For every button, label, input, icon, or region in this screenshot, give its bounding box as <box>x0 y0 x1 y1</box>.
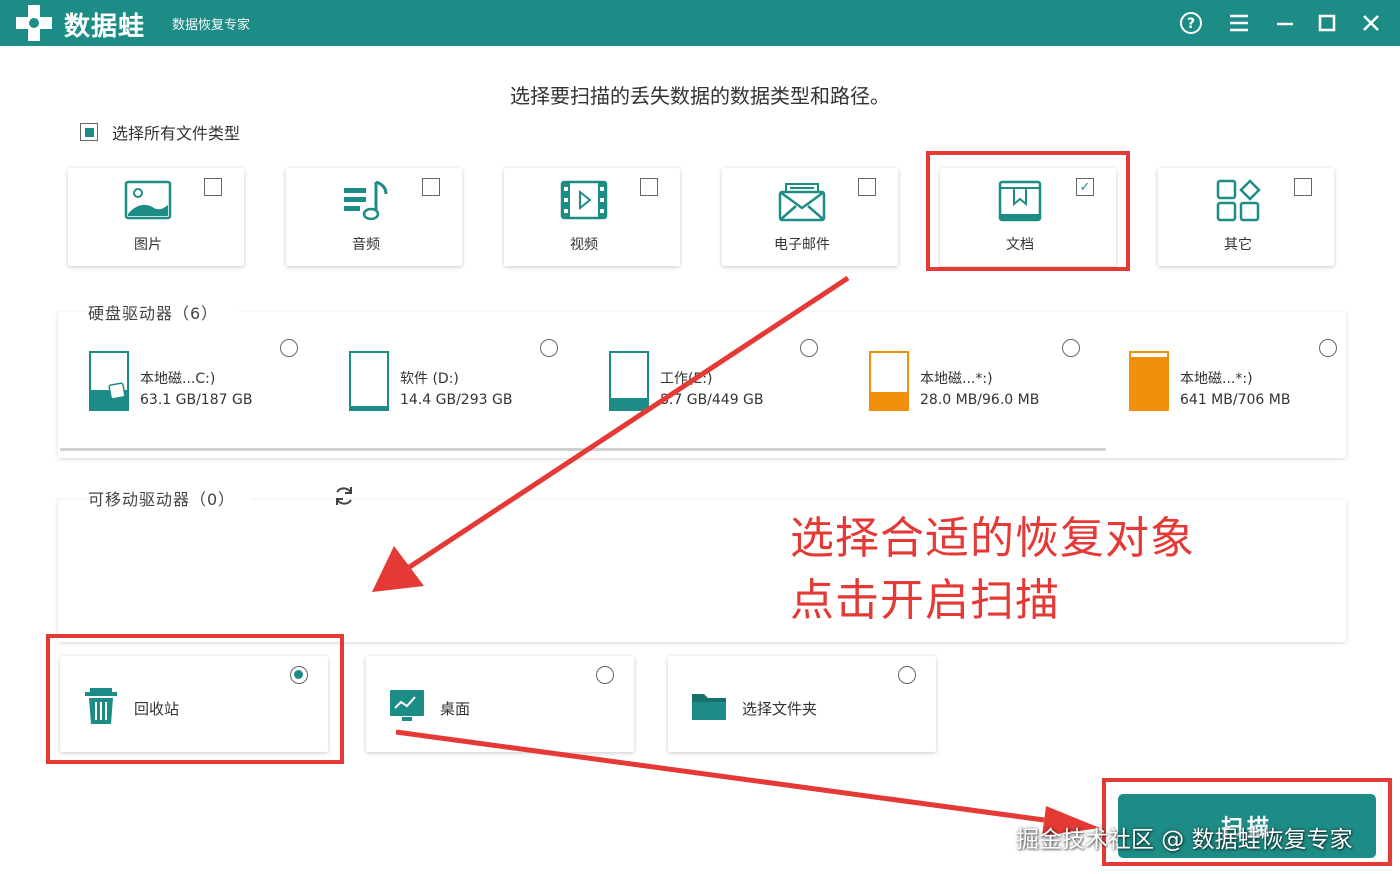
drive-radio[interactable] <box>1319 339 1337 357</box>
app-subtitle: 数据恢复专家 <box>172 18 251 33</box>
drive-icon <box>89 351 129 411</box>
drive-size: 641 MB/706 MB <box>1180 392 1291 408</box>
file-type-document[interactable]: 文档 <box>940 168 1116 266</box>
help-icon: ? <box>1180 12 1202 34</box>
annotation-line-1: 选择合适的恢复对象 <box>790 513 1195 564</box>
close-icon <box>1363 15 1379 31</box>
select-all-checkbox[interactable] <box>80 123 98 141</box>
drive-size: 14.4 GB/293 GB <box>400 392 513 408</box>
menu-button[interactable] <box>1224 8 1254 38</box>
select-all-label: 选择所有文件类型 <box>112 124 241 143</box>
drive-size: 63.1 GB/187 GB <box>140 392 253 408</box>
location-label: 回收站 <box>134 700 180 718</box>
file-type-other[interactable]: 其它 <box>1158 168 1334 266</box>
file-type-label: 文档 <box>1006 237 1034 253</box>
instruction-text: 选择要扫描的丢失数据的数据类型和路径。 <box>510 84 890 108</box>
hard-drives-title: 硬盘驱动器（6） <box>88 300 239 324</box>
minimize-button[interactable] <box>1270 8 1300 38</box>
document-icon <box>998 180 1042 222</box>
location-radio[interactable] <box>596 666 614 684</box>
drive-name: 工作(E:) <box>660 371 713 387</box>
drive-icon <box>609 351 649 411</box>
select-all-file-types[interactable]: 选择所有文件类型 <box>80 120 240 144</box>
drives-scrollbar[interactable] <box>60 448 1106 451</box>
desktop-icon <box>390 690 424 721</box>
other-icon <box>1216 179 1261 222</box>
file-type-label: 图片 <box>134 237 162 253</box>
drive-radio[interactable] <box>540 339 558 357</box>
email-icon <box>778 183 826 222</box>
drive-item[interactable]: 工作(E:) 8.7 GB/449 GB <box>608 346 858 416</box>
maximize-icon <box>1318 14 1336 32</box>
file-type-audio[interactable]: 音频 <box>286 168 462 266</box>
drive-item[interactable]: 本地磁...C:) 63.1 GB/187 GB <box>88 346 338 416</box>
app-window: 数据蛙 数据恢复专家 ? 选择要扫描的丢失数据的数据类型和路径。 选择所有文件类… <box>0 0 1400 874</box>
drive-name: 本地磁...*:) <box>1180 371 1253 387</box>
drive-name: 本地磁...*:) <box>920 371 993 387</box>
refresh-icon[interactable] <box>332 484 356 508</box>
file-type-email[interactable]: 电子邮件 <box>722 168 898 266</box>
drive-size: 8.7 GB/449 GB <box>660 392 764 408</box>
minimize-icon <box>1277 22 1293 26</box>
removable-drives-title: 可移动驱动器（0） <box>88 486 252 510</box>
app-logo-icon <box>16 5 52 41</box>
location-recycle-bin[interactable]: 回收站 <box>60 656 328 752</box>
drive-radio[interactable] <box>1062 339 1080 357</box>
location-radio[interactable] <box>290 666 308 684</box>
audio-icon <box>344 180 388 221</box>
drive-icon <box>869 351 909 411</box>
menu-icon <box>1230 14 1248 32</box>
app-name: 数据蛙 <box>64 12 146 42</box>
drive-radio[interactable] <box>280 339 298 357</box>
file-type-checkbox[interactable] <box>1294 178 1312 196</box>
annotation-line-2: 点击开启扫描 <box>790 575 1060 626</box>
drive-item[interactable]: 本地磁...*:) 28.0 MB/96.0 MB <box>868 346 1118 416</box>
file-type-checkbox[interactable] <box>640 178 658 196</box>
video-icon <box>560 180 608 220</box>
location-select-folder[interactable]: 选择文件夹 <box>668 656 936 752</box>
file-type-checkbox[interactable] <box>204 178 222 196</box>
file-type-label: 视频 <box>570 237 598 253</box>
file-type-checkbox[interactable] <box>858 178 876 196</box>
drive-icon <box>349 351 389 411</box>
annotation-text: 选择合适的恢复对象 点击开启扫描 <box>790 508 1195 632</box>
location-label: 桌面 <box>440 700 471 718</box>
folder-icon <box>692 694 726 720</box>
image-icon <box>124 180 172 220</box>
close-button[interactable] <box>1356 8 1386 38</box>
watermark-text: 掘金技术社区 @ 数据蛙恢复专家 <box>1016 827 1353 853</box>
file-type-label: 音频 <box>352 237 380 253</box>
svg-text:?: ? <box>1187 16 1195 32</box>
file-type-video[interactable]: 视频 <box>504 168 680 266</box>
drive-item[interactable]: 本地磁...*:) 641 MB/706 MB <box>1128 346 1378 416</box>
file-type-checkbox[interactable] <box>1076 178 1094 196</box>
drive-icon <box>1129 351 1169 411</box>
title-bar: 数据蛙 数据恢复专家 ? <box>0 0 1400 46</box>
drive-name: 本地磁...C:) <box>140 371 216 387</box>
file-type-label: 电子邮件 <box>774 237 830 253</box>
file-type-image[interactable]: 图片 <box>68 168 244 266</box>
file-type-checkbox[interactable] <box>422 178 440 196</box>
drive-name: 软件 (D:) <box>400 371 459 387</box>
recycle-bin-icon <box>85 688 117 724</box>
maximize-button[interactable] <box>1312 8 1342 38</box>
drive-size: 28.0 MB/96.0 MB <box>920 392 1040 408</box>
file-type-label: 其它 <box>1224 237 1252 253</box>
location-desktop[interactable]: 桌面 <box>366 656 634 752</box>
location-radio[interactable] <box>898 666 916 684</box>
help-button[interactable]: ? <box>1176 8 1206 38</box>
location-label: 选择文件夹 <box>742 700 818 718</box>
drive-radio[interactable] <box>800 339 818 357</box>
drive-item[interactable]: 软件 (D:) 14.4 GB/293 GB <box>348 346 598 416</box>
